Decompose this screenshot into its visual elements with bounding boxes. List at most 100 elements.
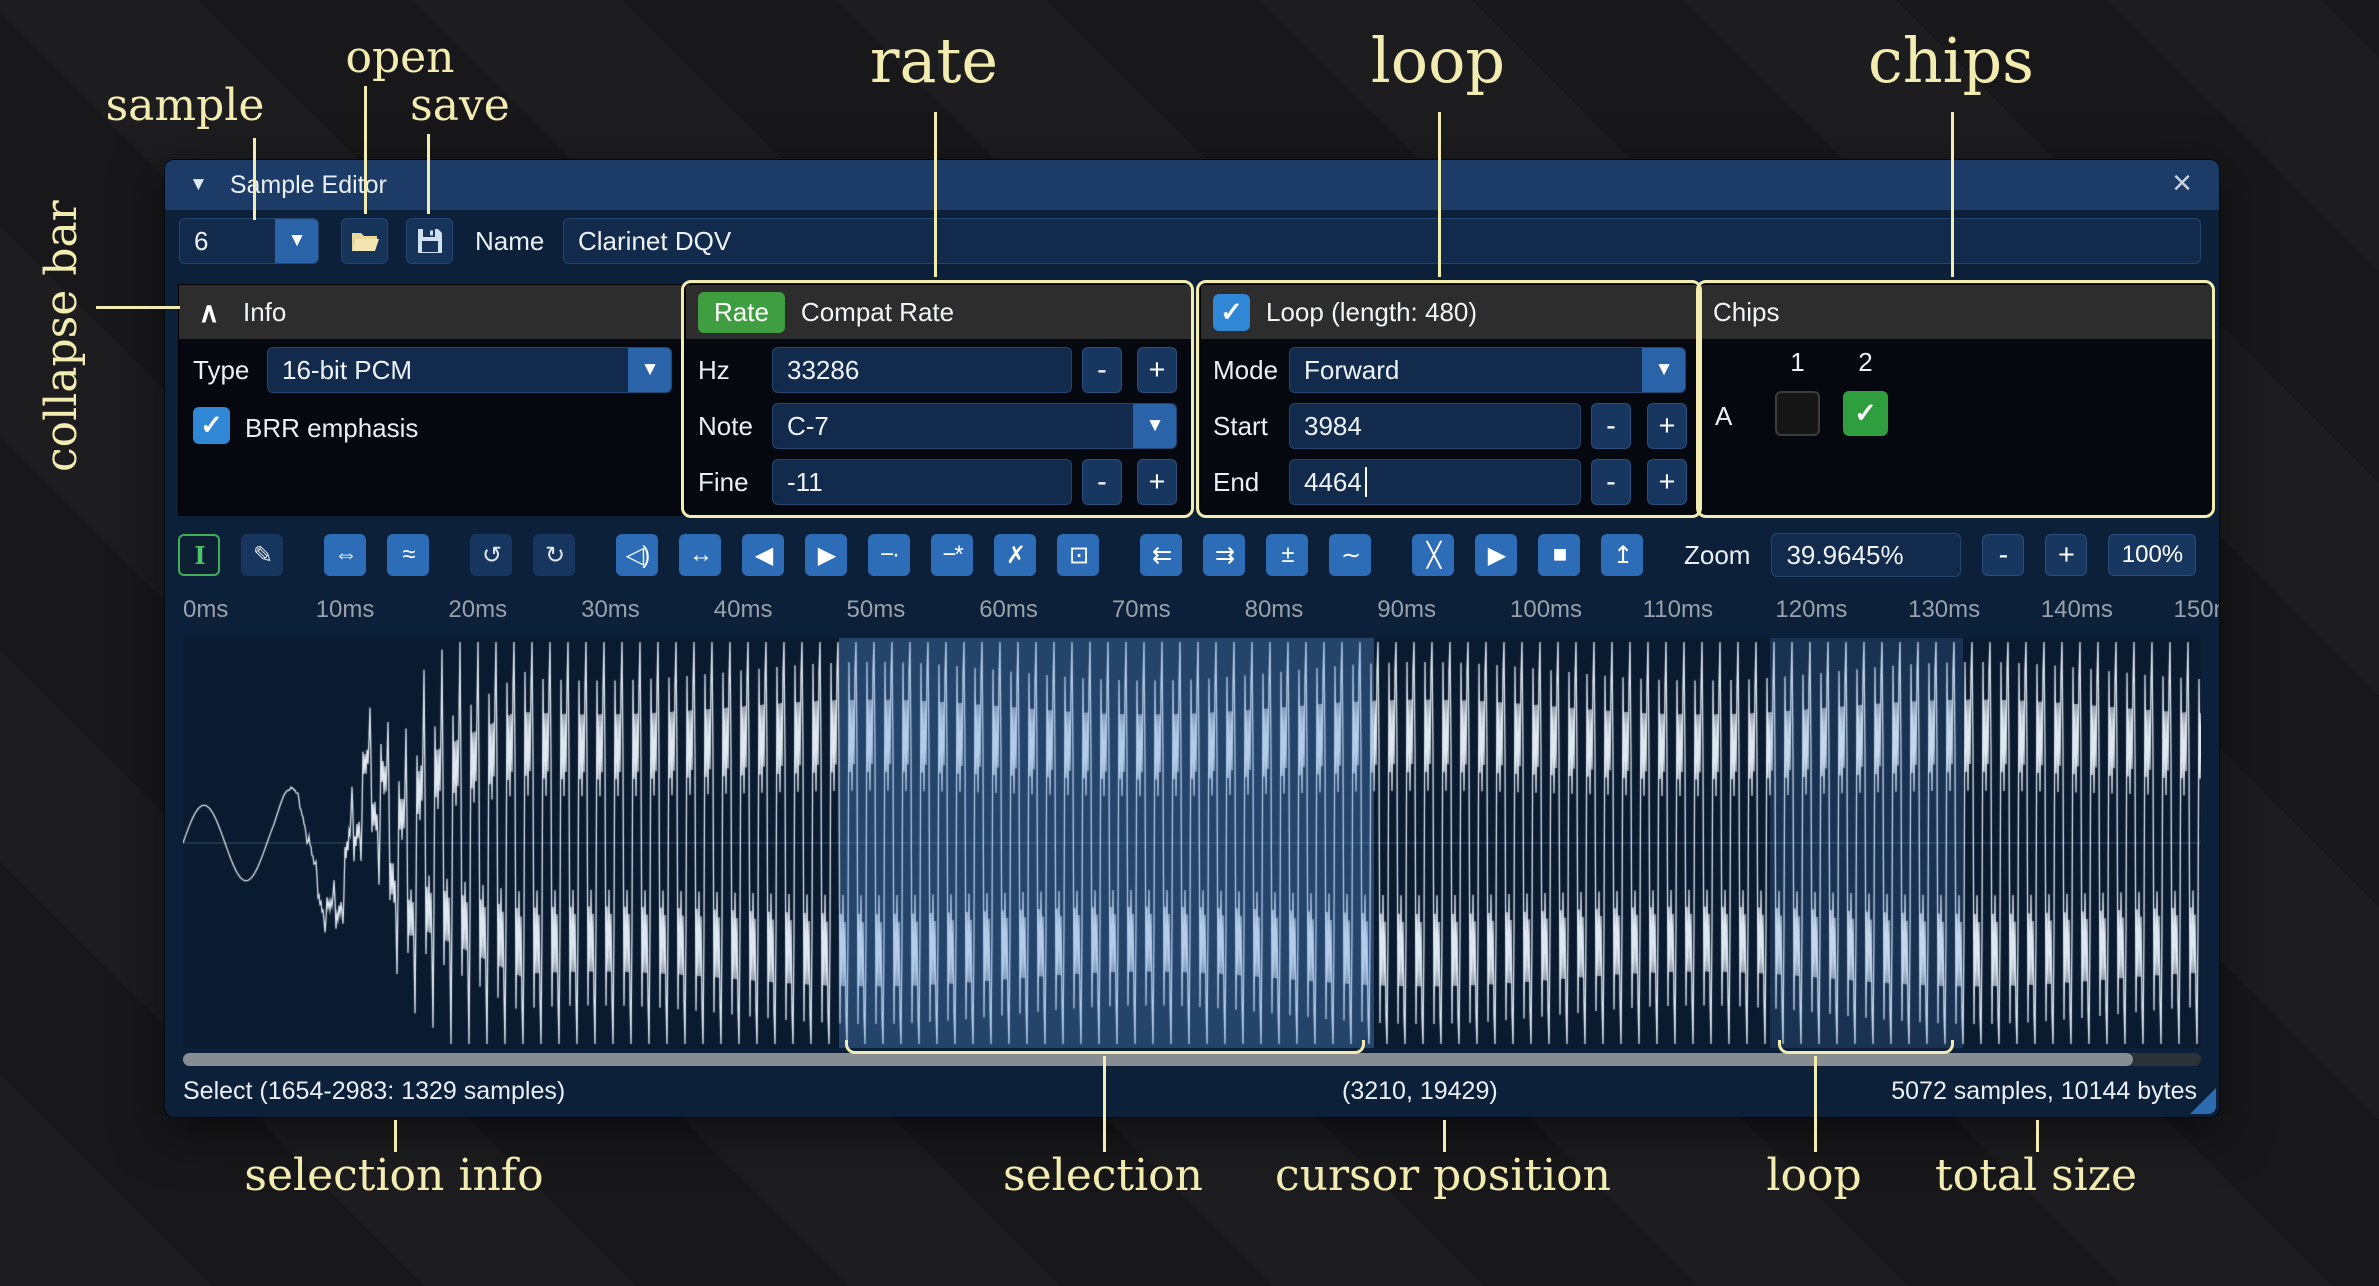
sample-number-value: 6 bbox=[194, 226, 208, 257]
text-cursor bbox=[1365, 467, 1367, 497]
insert-silence-button[interactable]: −· bbox=[868, 534, 910, 576]
fine-label: Fine bbox=[698, 467, 749, 498]
fine-input[interactable]: -11 bbox=[772, 459, 1072, 505]
zoom-label: Zoom bbox=[1684, 540, 1750, 571]
loop-start-value: 3984 bbox=[1304, 411, 1362, 442]
zoom-out-button[interactable]: - bbox=[1982, 534, 2024, 576]
hz-input[interactable]: 33286 bbox=[772, 347, 1072, 393]
name-input[interactable]: Clarinet DQV bbox=[563, 218, 2201, 264]
fine-minus-button[interactable]: - bbox=[1082, 459, 1122, 505]
loop-panel: ✓ Loop (length: 480) Mode Forward ▼ Star… bbox=[1200, 284, 1700, 516]
fade-out-button[interactable]: ▶ bbox=[805, 534, 847, 576]
sample-editor-window: ▼ Sample Editor × 6 ▼ bbox=[164, 159, 2220, 1118]
zoom-reset-button[interactable]: 100% bbox=[2108, 534, 2196, 576]
check-icon: ✓ bbox=[1854, 398, 1877, 429]
timeline-label: 80ms bbox=[1245, 596, 1304, 624]
check-icon: ✓ bbox=[1220, 297, 1243, 328]
chips-panel-header: Chips bbox=[1701, 285, 2212, 339]
preview-button[interactable]: ▶ bbox=[1475, 534, 1517, 576]
annotation-line-sample bbox=[253, 138, 256, 220]
timeline-label: 60ms bbox=[979, 596, 1038, 624]
shift-right-button[interactable]: ⇉ bbox=[1203, 534, 1245, 576]
normalize-button[interactable]: ↔ bbox=[679, 534, 721, 576]
loop-end-plus-button[interactable]: + bbox=[1647, 459, 1687, 505]
floppy-disk-icon bbox=[417, 228, 443, 254]
loop-end-input[interactable]: 4464 bbox=[1289, 459, 1581, 505]
collapse-panel-icon[interactable]: ∧ bbox=[191, 296, 227, 329]
chevron-down-icon: ▼ bbox=[275, 218, 319, 264]
info-panel-title: Info bbox=[243, 297, 286, 328]
filter-button[interactable]: ∼ bbox=[1329, 534, 1371, 576]
info-panel-header: ∧ Info bbox=[179, 285, 684, 339]
resample-button[interactable]: ≈ bbox=[387, 534, 429, 576]
loop-end-value: 4464 bbox=[1304, 467, 1362, 498]
note-dropdown[interactable]: C-7 ▼ bbox=[772, 403, 1177, 449]
chip-1-checkbox[interactable] bbox=[1775, 391, 1820, 436]
zoom-in-button[interactable]: + bbox=[2045, 534, 2087, 576]
check-icon: ✓ bbox=[200, 410, 223, 441]
window-titlebar[interactable]: ▼ Sample Editor × bbox=[165, 160, 2219, 210]
hz-label: Hz bbox=[698, 355, 730, 386]
window-collapse-icon[interactable]: ▼ bbox=[189, 174, 208, 196]
annotation-loop-marker: loop bbox=[1766, 1150, 1861, 1201]
annotation-total-size: total size bbox=[1935, 1150, 2137, 1201]
amplify-button[interactable]: ◁) bbox=[616, 534, 658, 576]
type-dropdown[interactable]: 16-bit PCM ▼ bbox=[267, 347, 672, 393]
draw-tool-button[interactable]: ✎ bbox=[241, 534, 283, 576]
rate-badge[interactable]: Rate bbox=[698, 292, 785, 333]
loop-start-minus-button[interactable]: - bbox=[1591, 403, 1631, 449]
mode-dropdown[interactable]: Forward ▼ bbox=[1289, 347, 1686, 393]
status-total-size: 5072 samples, 10144 bytes bbox=[1891, 1077, 2197, 1106]
trim-button[interactable]: ⊡ bbox=[1057, 534, 1099, 576]
resize-button[interactable]: ⇔ bbox=[324, 534, 366, 576]
mode-value: Forward bbox=[1304, 355, 1399, 386]
name-label: Name bbox=[475, 226, 544, 257]
annotation-save: save bbox=[410, 80, 510, 131]
info-panel-body: Type 16-bit PCM ▼ ✓ BRR emphasis bbox=[179, 339, 684, 515]
offset-button[interactable]: ± bbox=[1266, 534, 1308, 576]
annotation-line-rate bbox=[934, 112, 937, 277]
loop-panel-header: ✓ Loop (length: 480) bbox=[1201, 285, 1699, 339]
annotation-line-chips bbox=[1951, 112, 1954, 277]
loop-checkbox[interactable]: ✓ bbox=[1213, 294, 1250, 331]
loop-start-input[interactable]: 3984 bbox=[1289, 403, 1581, 449]
upload-button[interactable]: ↥ bbox=[1601, 534, 1643, 576]
annotation-open: open bbox=[345, 32, 454, 83]
status-bar: Select (1654-2983: 1329 samples) (3210, … bbox=[165, 1062, 2219, 1119]
timeline-label: 150ms bbox=[2174, 596, 2220, 624]
chip-2-checkbox[interactable]: ✓ bbox=[1843, 391, 1888, 436]
fine-plus-button[interactable]: + bbox=[1137, 459, 1177, 505]
timeline-label: 140ms bbox=[2041, 596, 2113, 624]
shift-left-button[interactable]: ⇇ bbox=[1140, 534, 1182, 576]
stop-button[interactable]: ■ bbox=[1538, 534, 1580, 576]
chips-panel-title: Chips bbox=[1713, 297, 1779, 328]
open-button[interactable] bbox=[341, 218, 388, 264]
select-tool-button[interactable]: I bbox=[178, 534, 220, 576]
timeline-ruler[interactable]: 0ms10ms20ms30ms40ms50ms60ms70ms80ms90ms1… bbox=[165, 584, 2219, 634]
chevron-down-icon: ▼ bbox=[628, 347, 672, 393]
note-label: Note bbox=[698, 411, 753, 442]
apply-silence-button[interactable]: −* bbox=[931, 534, 973, 576]
save-button[interactable] bbox=[406, 218, 453, 264]
loop-start-label: Start bbox=[1213, 411, 1268, 442]
chevron-down-icon: ▼ bbox=[1133, 403, 1177, 449]
fade-in-button[interactable]: ◀ bbox=[742, 534, 784, 576]
loop-end-minus-button[interactable]: - bbox=[1591, 459, 1631, 505]
note-value: C-7 bbox=[787, 411, 829, 442]
resize-grip[interactable] bbox=[2190, 1088, 2216, 1114]
delete-button[interactable]: ✗ bbox=[994, 534, 1036, 576]
loop-start-plus-button[interactable]: + bbox=[1647, 403, 1687, 449]
zoom-input[interactable]: 39.9645% bbox=[1771, 533, 1961, 577]
status-selection-info: Select (1654-2983: 1329 samples) bbox=[183, 1077, 565, 1106]
close-icon[interactable]: × bbox=[2161, 164, 2203, 203]
redo-button[interactable]: ↻ bbox=[533, 534, 575, 576]
info-panel: ∧ Info Type 16-bit PCM ▼ ✓ BRR emphasis bbox=[178, 284, 685, 516]
crossfade-button[interactable]: ╳ bbox=[1412, 534, 1454, 576]
hz-plus-button[interactable]: + bbox=[1137, 347, 1177, 393]
hz-minus-button[interactable]: - bbox=[1082, 347, 1122, 393]
undo-button[interactable]: ↺ bbox=[470, 534, 512, 576]
sample-number-dropdown[interactable]: 6 ▼ bbox=[179, 218, 319, 264]
brr-emphasis-checkbox[interactable]: ✓ bbox=[193, 407, 230, 444]
rate-panel-title: Compat Rate bbox=[801, 297, 954, 328]
selection-region bbox=[839, 638, 1374, 1048]
